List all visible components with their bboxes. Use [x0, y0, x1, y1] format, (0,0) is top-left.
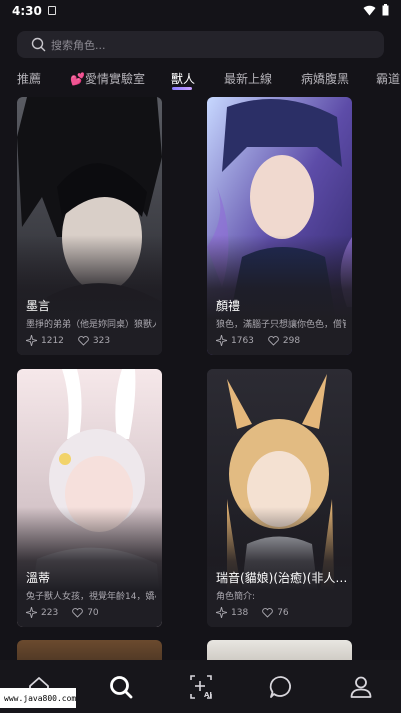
- character-card[interactable]: 溫蒂 兔子獸人女孩，視覺年齡14，嬌小可… 223 70: [17, 369, 162, 627]
- character-description: 角色簡介:: [216, 592, 256, 602]
- status-time: 4:30: [12, 4, 42, 18]
- tab-beastfolk[interactable]: 獸人: [171, 70, 195, 87]
- like-count: 298: [282, 335, 301, 346]
- wifi-icon: [363, 5, 376, 15]
- search-input[interactable]: 搜索角色...: [51, 37, 106, 53]
- heart-icon: [268, 335, 279, 346]
- tab-domineering[interactable]: 霸道: [376, 70, 400, 87]
- search-icon: [31, 37, 46, 52]
- card-stats: 138 76: [216, 607, 289, 618]
- tab-love-lab[interactable]: 💕愛情實驗室: [70, 70, 145, 87]
- character-name: 瑞音(貓娘)(治癒)(非人…: [216, 571, 346, 585]
- heart-icon: [72, 607, 83, 618]
- create-ai-icon[interactable]: AI: [188, 674, 214, 700]
- sparkle-icon: [26, 335, 37, 346]
- svg-text:AI: AI: [204, 691, 212, 699]
- like-count: 76: [277, 607, 289, 618]
- character-description: 狼色，滿腦子只想讓你色色，僧管亂…: [216, 320, 346, 330]
- character-card[interactable]: 墨言 墨掙的弟弟（他是妳同桌）狼獸人 1212 323: [17, 97, 162, 355]
- sim-icon: [48, 6, 56, 15]
- sparkle-icon: [216, 335, 227, 346]
- character-description: 兔子獸人女孩，視覺年齡14，嬌小可…: [26, 592, 156, 602]
- status-bar: 4:30: [0, 0, 401, 24]
- character-description: 墨掙的弟弟（他是妳同桌）狼獸人: [26, 320, 156, 330]
- explore-search-icon[interactable]: [108, 674, 134, 700]
- character-name: 墨言: [26, 299, 51, 313]
- character-name: 顏禮: [216, 299, 241, 313]
- chat-count: 1763: [231, 335, 254, 346]
- card-stats: 1763 298: [216, 335, 300, 346]
- tab-yandere[interactable]: 病嬌腹黑: [301, 70, 349, 87]
- character-card[interactable]: 顏禮 狼色，滿腦子只想讓你色色，僧管亂… 1763 298: [207, 97, 352, 355]
- like-count: 70: [87, 607, 99, 618]
- sparkle-icon: [26, 607, 37, 618]
- heart-icon: [78, 335, 89, 346]
- heart-icon: [262, 607, 273, 618]
- status-icons: [363, 4, 389, 16]
- chat-bubble-icon[interactable]: [268, 674, 294, 700]
- tab-new[interactable]: 最新上線: [224, 70, 272, 87]
- card-stats: 1212 323: [26, 335, 110, 346]
- card-stats: 223 70: [26, 607, 99, 618]
- watermark: www.java800.com: [0, 688, 76, 708]
- chat-count: 223: [41, 607, 59, 618]
- sparkle-icon: [216, 607, 227, 618]
- search-bar[interactable]: 搜索角色...: [17, 31, 384, 58]
- character-card[interactable]: 瑞音(貓娘)(治癒)(非人… 角色簡介: 138 76: [207, 369, 352, 627]
- chat-count: 138: [231, 607, 249, 618]
- character-name: 溫蒂: [26, 571, 51, 585]
- chat-count: 1212: [41, 335, 64, 346]
- active-tab-indicator: [172, 87, 192, 90]
- tab-recommended[interactable]: 推薦: [17, 70, 41, 87]
- profile-icon[interactable]: [348, 674, 374, 700]
- like-count: 323: [92, 335, 111, 346]
- category-tabs: 推薦 💕愛情實驗室 獸人 最新上線 病嬌腹黑 霸道: [0, 68, 401, 92]
- battery-icon: [382, 4, 389, 16]
